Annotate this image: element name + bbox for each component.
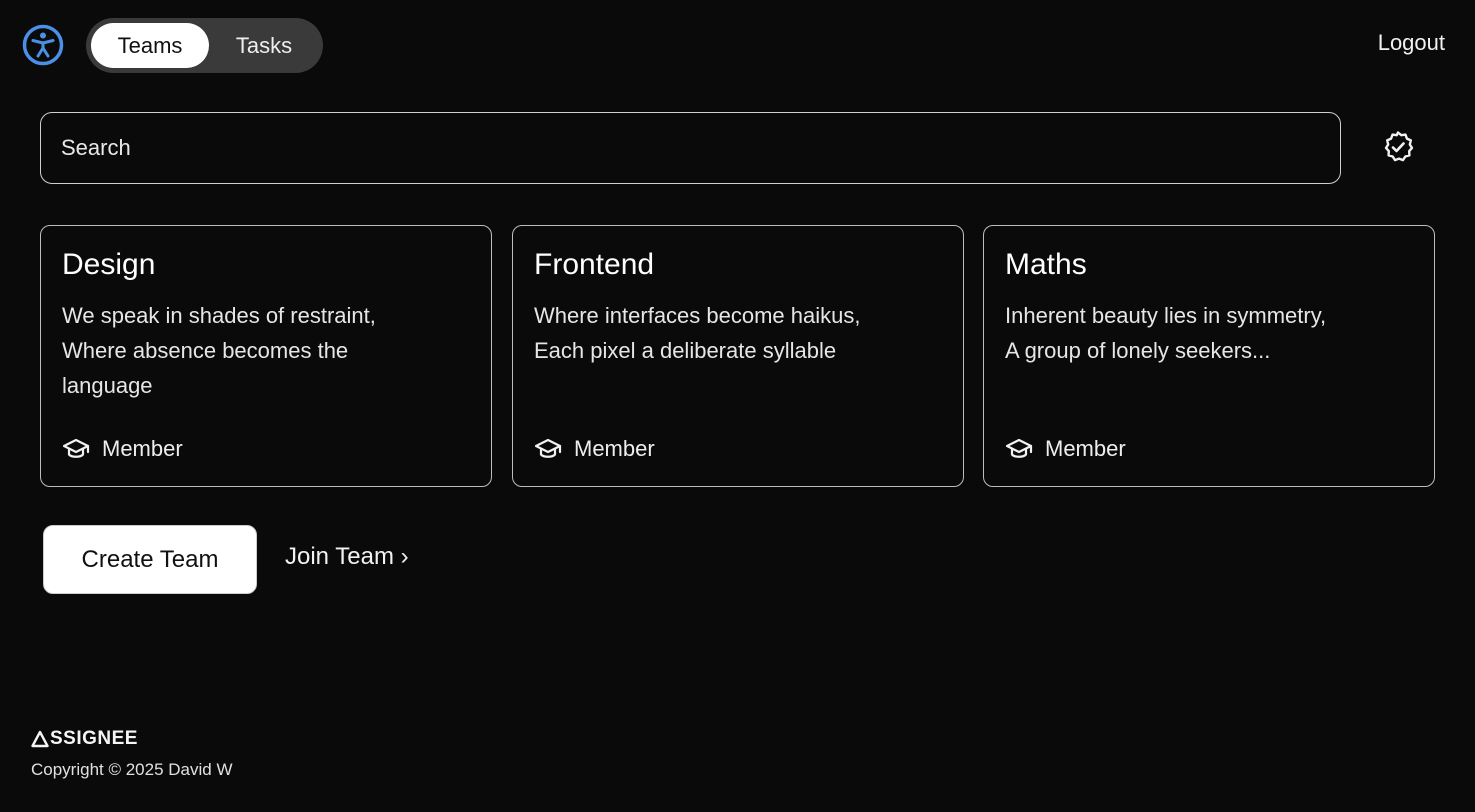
graduation-cap-icon (1005, 438, 1033, 458)
search-bar (40, 112, 1341, 184)
team-role: Member (1005, 434, 1126, 464)
graduation-cap-icon (62, 438, 90, 458)
create-team-button[interactable]: Create Team (43, 525, 257, 594)
top-navigation: Teams Tasks Logout (0, 0, 1475, 92)
team-role: Member (534, 434, 655, 464)
team-name: Design (62, 248, 156, 281)
verified-badge-icon[interactable] (1381, 130, 1415, 164)
join-team-link[interactable]: Join Team › (285, 543, 409, 571)
search-input[interactable] (41, 113, 1340, 183)
team-card-design[interactable]: Design We speak in shades of restraint, … (40, 225, 492, 487)
team-name: Frontend (534, 248, 655, 281)
role-label: Member (102, 436, 183, 461)
team-description: Inherent beauty lies in symmetry, A grou… (1005, 298, 1405, 368)
brand-name: SSIGNEE (50, 728, 138, 749)
tab-teams[interactable]: Teams (91, 23, 209, 68)
team-card-frontend[interactable]: Frontend Where interfaces become haikus,… (512, 225, 964, 487)
team-role: Member (62, 434, 183, 464)
logo-triangle-icon (31, 730, 49, 748)
description-line: A group of lonely seekers... (1005, 338, 1271, 363)
graduation-cap-icon (534, 438, 562, 458)
role-label: Member (574, 436, 655, 461)
description-line: language (62, 373, 153, 398)
description-line: We speak in shades of restraint, (62, 303, 376, 328)
role-label: Member (1045, 436, 1126, 461)
team-card-maths[interactable]: Maths Inherent beauty lies in symmetry, … (983, 225, 1435, 487)
tab-tasks[interactable]: Tasks (211, 23, 317, 68)
brand-logo: SSIGNEE (31, 728, 138, 750)
team-description: Where interfaces become haikus, Each pix… (534, 298, 934, 368)
description-line: Where absence becomes the (62, 338, 349, 363)
accessibility-icon[interactable] (22, 24, 64, 66)
teams-tasks-switch: Teams Tasks (86, 18, 323, 73)
copyright-text: Copyright © 2025 David W (31, 760, 233, 779)
team-name: Maths (1005, 248, 1087, 281)
logout-button[interactable]: Logout (1378, 30, 1445, 56)
description-line: Inherent beauty lies in symmetry, (1005, 303, 1327, 328)
description-line: Where interfaces become haikus, (534, 303, 861, 328)
description-line: Each pixel a deliberate syllable (534, 338, 837, 363)
team-description: We speak in shades of restraint, Where a… (62, 298, 462, 403)
